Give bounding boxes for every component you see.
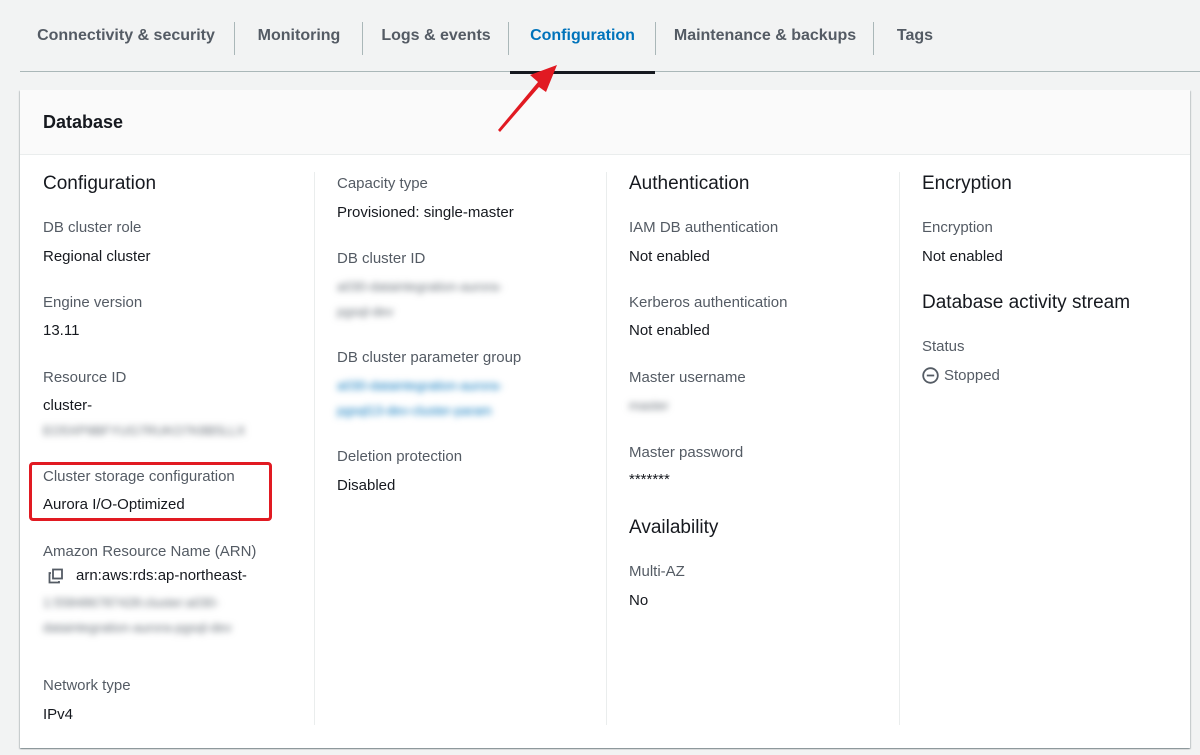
- column-divider: [899, 172, 900, 725]
- multi-az-label: Multi-AZ: [629, 563, 685, 580]
- master-username-label: Master username: [629, 369, 746, 386]
- arn-label: Amazon Resource Name (ARN): [43, 543, 257, 560]
- tab-monitoring[interactable]: Monitoring: [236, 0, 362, 72]
- activity-status-label: Status: [922, 338, 965, 355]
- activity-status-value: Stopped: [944, 367, 1000, 384]
- stopped-status-icon: [922, 367, 939, 384]
- tab-separator: [362, 22, 363, 55]
- network-type-label: Network type: [43, 677, 131, 694]
- arn-redacted-line-2: dataintegration-aurora-pgsql-dev: [43, 620, 232, 635]
- iam-auth-value: Not enabled: [629, 248, 710, 265]
- multi-az-value: No: [629, 592, 649, 609]
- arn-redacted-line-1: 1:558486787428:cluster:a030-: [43, 595, 220, 610]
- encryption-label: Encryption: [922, 219, 993, 236]
- encryption-value: Not enabled: [922, 248, 1003, 265]
- encryption-heading: Encryption: [922, 173, 1012, 194]
- tab-configuration[interactable]: Configuration: [510, 0, 655, 74]
- master-password-label: Master password: [629, 444, 744, 461]
- tab-logs-events[interactable]: Logs & events: [364, 0, 508, 72]
- authentication-heading: Authentication: [629, 173, 750, 194]
- panel-title: Database: [43, 111, 124, 132]
- deletion-protection-value: Disabled: [337, 477, 396, 494]
- arn-value: arn:aws:rds:ap-northeast-: [76, 567, 247, 584]
- master-password-value: *******: [629, 471, 670, 488]
- tab-separator: [234, 22, 235, 55]
- parameter-group-link-line-1[interactable]: a030-dataintegration-aurora-: [337, 373, 503, 399]
- column-divider: [606, 172, 607, 725]
- tab-connectivity-security[interactable]: Connectivity & security: [20, 0, 232, 72]
- resource-id-redacted: EO5XP9BFYUG7RUKO7K8B5LLX: [43, 423, 246, 438]
- engine-version-label: Engine version: [43, 294, 143, 311]
- panel-header: Database: [20, 90, 1190, 155]
- tab-separator: [508, 22, 509, 55]
- db-cluster-id-label: DB cluster ID: [337, 250, 426, 267]
- kerberos-auth-label: Kerberos authentication: [629, 294, 788, 311]
- tab-bar: Connectivity & security Monitoring Logs …: [20, 0, 1200, 74]
- copy-icon[interactable]: [48, 568, 64, 584]
- tab-maintenance-backups[interactable]: Maintenance & backups: [657, 0, 873, 72]
- configuration-heading: Configuration: [43, 173, 157, 194]
- database-details-panel: Database Configuration DB cluster role R…: [20, 90, 1190, 748]
- db-cluster-role-value: Regional cluster: [43, 248, 151, 265]
- master-username-redacted: master: [629, 398, 669, 413]
- deletion-protection-label: Deletion protection: [337, 448, 463, 465]
- kerberos-auth-value: Not enabled: [629, 322, 710, 339]
- parameter-group-link-line-2[interactable]: pgsql13-dev-cluster-param: [337, 398, 492, 424]
- resource-id-value: cluster-: [43, 397, 93, 414]
- capacity-type-label: Capacity type: [337, 175, 428, 192]
- tab-separator: [655, 22, 656, 55]
- iam-auth-label: IAM DB authentication: [629, 219, 779, 236]
- column-divider: [314, 172, 315, 725]
- capacity-type-value: Provisioned: single-master: [337, 204, 514, 221]
- db-cluster-role-label: DB cluster role: [43, 219, 142, 236]
- db-cluster-id-redacted-line-2: pgsql-dev: [337, 304, 394, 319]
- resource-id-label: Resource ID: [43, 369, 127, 386]
- activity-stream-heading: Database activity stream: [922, 292, 1131, 313]
- tab-separator: [873, 22, 874, 55]
- storage-highlight-box: [29, 462, 272, 521]
- db-cluster-id-redacted-line-1: a030-dataintegration-aurora-: [337, 279, 503, 294]
- parameter-group-label: DB cluster parameter group: [337, 349, 522, 366]
- tab-tags[interactable]: Tags: [875, 0, 955, 72]
- availability-heading: Availability: [629, 517, 719, 538]
- network-type-value: IPv4: [43, 706, 74, 723]
- engine-version-value: 13.11: [43, 322, 80, 339]
